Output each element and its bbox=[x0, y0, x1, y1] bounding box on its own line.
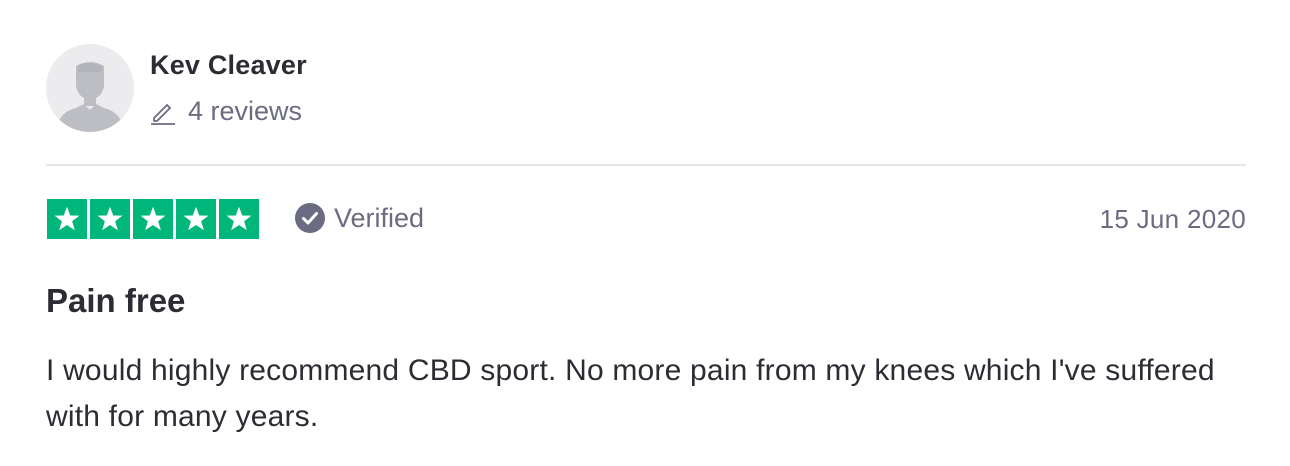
reviewer-name[interactable]: Kev Cleaver bbox=[150, 50, 307, 81]
star-icon bbox=[90, 199, 130, 239]
star-icon bbox=[47, 199, 87, 239]
review-date: 15 Jun 2020 bbox=[1099, 204, 1246, 234]
avatar[interactable] bbox=[46, 44, 134, 132]
check-circle-icon bbox=[295, 203, 325, 233]
verified-label: Verified bbox=[334, 202, 425, 233]
verified-badge[interactable]: Verified bbox=[294, 202, 424, 234]
star-icon bbox=[176, 199, 216, 239]
star-rating bbox=[47, 199, 259, 239]
review-body: I would highly recommend CBD sport. No m… bbox=[46, 354, 1215, 433]
reviewer-header: Kev Cleaver 4 reviews bbox=[46, 44, 1246, 134]
pencil-icon bbox=[151, 103, 175, 125]
reviews-count-label: 4 reviews bbox=[188, 96, 303, 126]
review-card: Kev Cleaver 4 reviews Verified 15 Jun 20… bbox=[46, 0, 1246, 466]
person-silhouette-icon bbox=[46, 44, 134, 132]
reviewer-reviews-count[interactable]: 4 reviews bbox=[150, 96, 302, 127]
divider bbox=[46, 164, 1246, 166]
review-title[interactable]: Pain free bbox=[46, 282, 185, 320]
star-icon bbox=[219, 199, 259, 239]
rating-row: Verified 15 Jun 2020 bbox=[46, 198, 1246, 240]
star-icon bbox=[133, 199, 173, 239]
